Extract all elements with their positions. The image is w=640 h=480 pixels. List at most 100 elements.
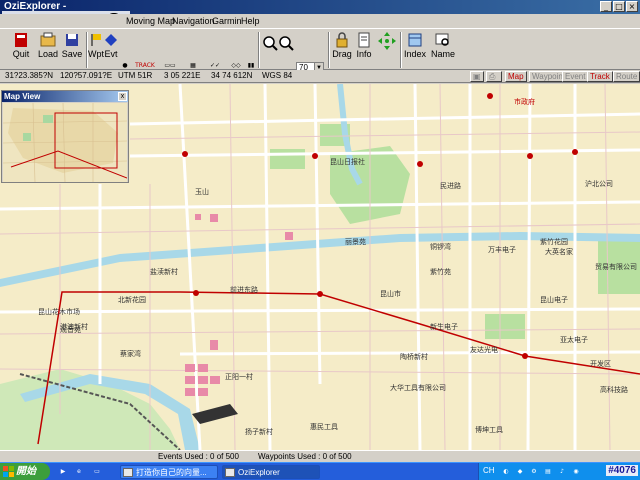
language-indicator[interactable]: CH xyxy=(483,466,495,475)
coordinate-bar: 31?23.385?N 120?57.091?E UTM 51R 3 05 22… xyxy=(0,70,640,83)
longitude-readout: 120?57.091?E xyxy=(60,71,113,80)
taskbar-item-oziexplorer[interactable]: OziExplorer xyxy=(222,465,320,479)
info-icon xyxy=(358,32,370,48)
save-button[interactable]: Save xyxy=(61,32,83,59)
waypoints-used-status: Waypoints Used : 0 of 500 xyxy=(258,452,352,461)
map-label: 扬子新村 xyxy=(245,427,273,436)
index-label: Index xyxy=(404,49,427,59)
status-bar: Events Used : 0 of 500 Waypoints Used : … xyxy=(0,450,640,462)
map-label: 铜锣湾 xyxy=(430,242,451,251)
minimize-button[interactable]: _ xyxy=(600,1,612,12)
print-icon[interactable]: ⎙ xyxy=(486,71,502,82)
ie-icon[interactable]: e xyxy=(72,466,86,478)
drag-button[interactable]: Drag xyxy=(332,32,352,59)
map-label: 大华工具有限公司 xyxy=(390,383,446,392)
overview-map[interactable] xyxy=(3,103,127,182)
window-icon xyxy=(123,468,133,477)
map-label: 惠民工具 xyxy=(310,422,338,431)
datum-readout: WGS 84 xyxy=(262,71,293,80)
screen-icon[interactable]: ▣ xyxy=(470,71,484,82)
tab-map[interactable]: Map xyxy=(505,71,527,82)
info-label: Info xyxy=(356,49,372,59)
map-label: 昆山花木市场 xyxy=(38,307,80,316)
utm-zone: UTM 51R xyxy=(118,71,153,80)
drag-label: Drag xyxy=(332,49,352,59)
menu-moving-map[interactable]: Moving Map xyxy=(126,16,175,26)
quit-icon xyxy=(15,33,27,47)
map-view-title[interactable]: Map View xyxy=(2,91,128,102)
name-button[interactable]: Name xyxy=(431,32,455,59)
desktop-icon[interactable]: ▭ xyxy=(90,466,104,478)
menu-help[interactable]: Help xyxy=(241,16,260,26)
map-label: 高科技路 xyxy=(600,385,628,394)
volume-icon[interactable]: ♪ xyxy=(555,466,569,478)
tray-icon[interactable]: ◐ xyxy=(499,466,513,478)
menu-garmin[interactable]: Garmin xyxy=(212,16,242,26)
tray-icon[interactable]: ⚙ xyxy=(527,466,541,478)
close-button[interactable]: × xyxy=(626,1,638,12)
zoom-out-button[interactable] xyxy=(278,35,294,51)
save-label: Save xyxy=(61,49,83,59)
index-button[interactable]: Index xyxy=(404,32,426,59)
toolbar-separator xyxy=(328,32,330,68)
tray-icon[interactable]: ◉ xyxy=(569,466,583,478)
events-used-status: Events Used : 0 of 500 xyxy=(158,452,239,461)
lock-icon xyxy=(336,32,348,48)
park-area xyxy=(270,149,305,169)
media-player-icon[interactable]: ▶ xyxy=(56,466,70,478)
toolbar-separator xyxy=(258,32,260,68)
magnifier-icon xyxy=(279,36,294,51)
map-label: 亚太电子 xyxy=(560,335,588,344)
info-button[interactable]: Info xyxy=(354,32,374,59)
menu-navigation[interactable]: Navigation xyxy=(172,16,215,26)
map-view-window[interactable]: Map View x xyxy=(1,90,129,183)
park-area xyxy=(485,314,525,339)
taskbar-item-browser[interactable]: 打造你自己的向量... xyxy=(120,465,218,479)
northing-readout: 34 74 612N xyxy=(211,71,253,80)
tab-event[interactable]: Event xyxy=(562,71,589,82)
magnifier-icon xyxy=(263,36,278,51)
taskbar: 開始 ▶ e ▭ 打造你自己的向量... OziExplorer CH ◐ ◆ … xyxy=(0,462,640,480)
map-label: 蔡家湾 xyxy=(120,349,141,358)
tab-track[interactable]: Track xyxy=(587,71,613,82)
map-label: 紫竹苑 xyxy=(430,267,451,276)
map-label: 丽景苑 xyxy=(345,237,366,246)
start-button[interactable]: 開始 xyxy=(0,463,50,480)
event-button[interactable]: Evt xyxy=(103,32,119,59)
map-label: 万丰电子 xyxy=(488,245,516,254)
diamond-icon xyxy=(105,34,117,46)
window-icon xyxy=(225,468,235,477)
index-icon xyxy=(408,33,422,47)
network-icon[interactable]: ▤ xyxy=(541,466,555,478)
flag-icon xyxy=(91,34,101,46)
map-label: 观音苑 xyxy=(60,325,81,334)
maximize-button[interactable]: □ xyxy=(613,1,625,12)
map-label: 开发区 xyxy=(590,359,611,368)
map-label: 昆山日报社 xyxy=(330,157,365,166)
load-icon xyxy=(40,32,56,47)
map-view-close-button[interactable]: x xyxy=(118,92,127,101)
zoom-in-button[interactable] xyxy=(262,35,278,51)
waypoint-button[interactable]: Wpt xyxy=(88,32,104,59)
start-label: 開始 xyxy=(16,466,36,477)
map-label: 盐渎新村 xyxy=(150,267,178,276)
overview-graphic[interactable] xyxy=(3,103,127,182)
pan-button[interactable] xyxy=(376,31,398,51)
map-label: 沪北公司 xyxy=(585,179,613,188)
map-label: 正阳一村 xyxy=(225,372,253,381)
map-label: 贸易有限公司 xyxy=(595,262,637,271)
map-label: 北新花园 xyxy=(118,295,146,304)
tray-icon[interactable]: ◆ xyxy=(513,466,527,478)
tab-route[interactable]: Route xyxy=(613,71,640,82)
latitude-readout: 31?23.385?N xyxy=(5,71,54,80)
name-label: Name xyxy=(431,49,456,59)
map-label: 博坤工具 xyxy=(475,425,503,434)
quit-button[interactable]: Quit xyxy=(10,32,32,59)
quit-label: Quit xyxy=(12,49,30,59)
map-label: 市政府 xyxy=(514,97,535,106)
map-label: 新生电子 xyxy=(430,322,458,331)
watermark-id: #4076 xyxy=(606,465,638,476)
easting-readout: 3 05 221E xyxy=(164,71,201,80)
map-label: 民进路 xyxy=(440,181,461,190)
load-button[interactable]: Load xyxy=(37,32,59,59)
